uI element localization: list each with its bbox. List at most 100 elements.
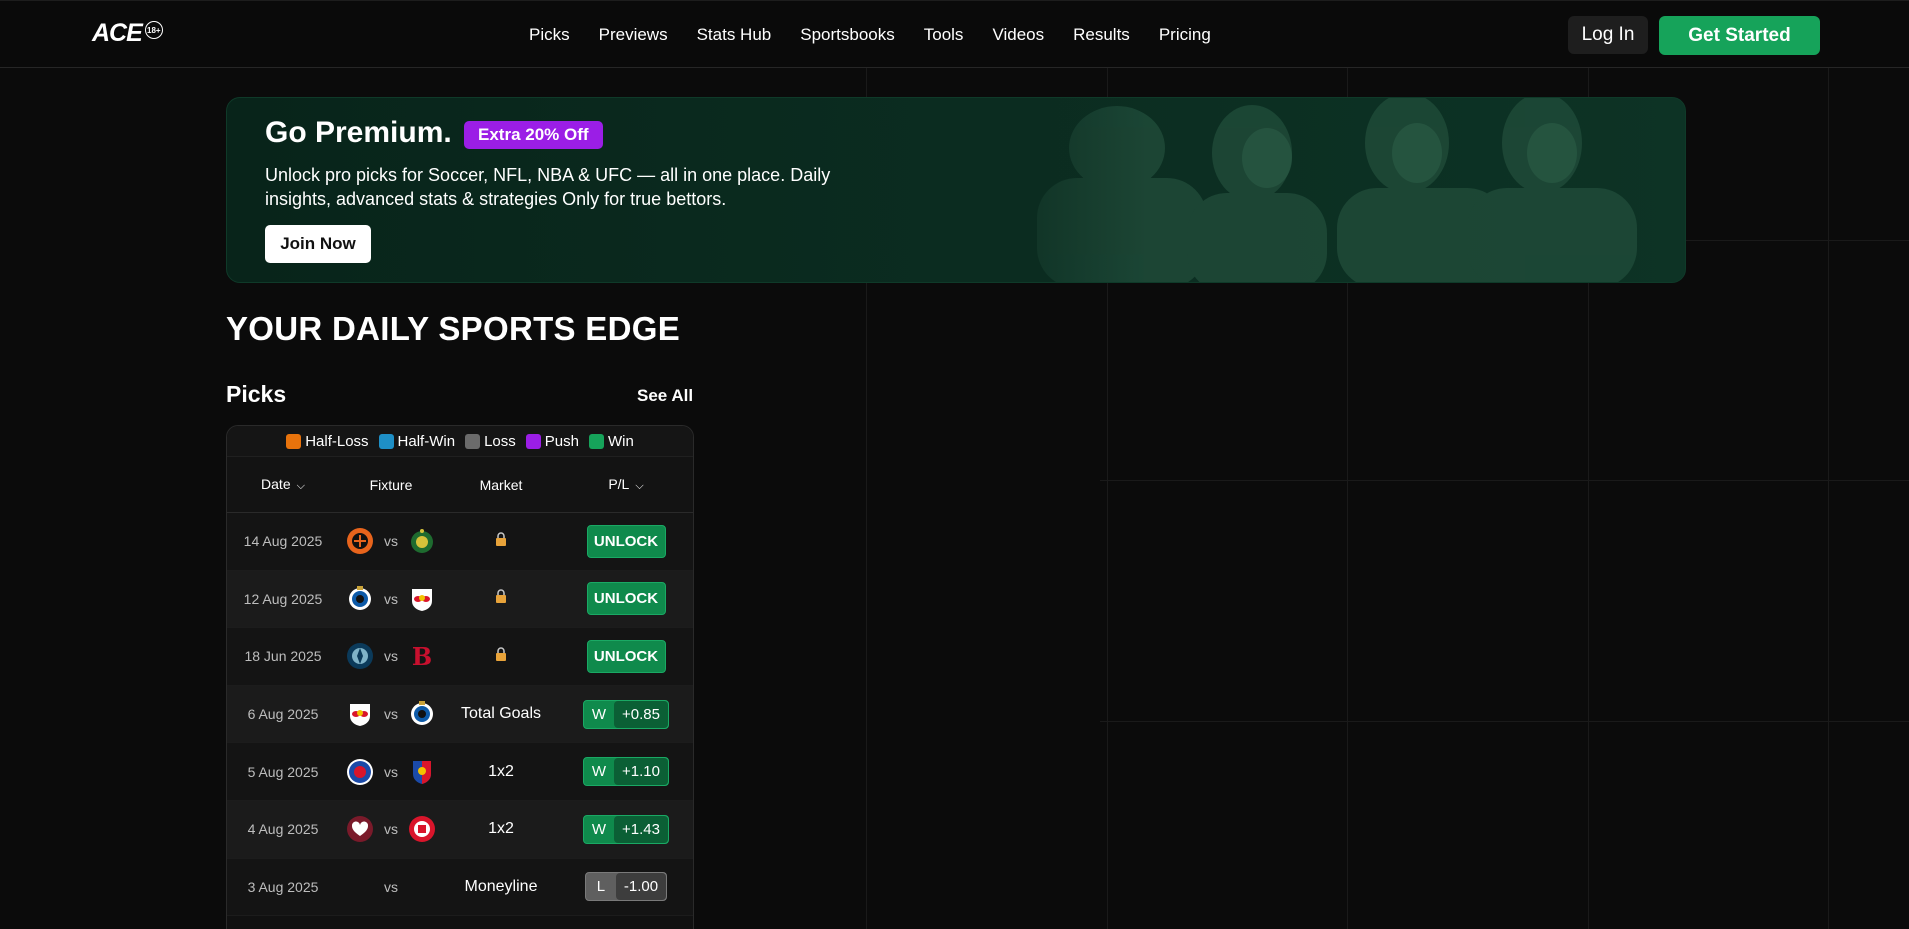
pl-badge: W +1.43	[583, 814, 669, 844]
nav-tools[interactable]: Tools	[924, 25, 964, 45]
row-date: 14 Aug 2025	[243, 533, 323, 550]
home-team-crest-icon	[346, 642, 374, 670]
table-row[interactable]: 14 Aug 2025 vs UNLOCK	[227, 513, 693, 571]
unlock-button[interactable]: UNLOCK	[586, 639, 666, 673]
away-team-crest-icon	[408, 585, 436, 613]
legend-loss: Loss	[465, 433, 516, 450]
ace-logo[interactable]: ACE 18+	[92, 19, 163, 49]
lock-icon	[443, 532, 559, 551]
row-market: 1x2	[488, 762, 514, 780]
row-pl: L -1.00	[559, 872, 693, 902]
section-title: YOUR DAILY SPORTS EDGE	[226, 310, 681, 347]
table-body: 14 Aug 2025 vs UNLOCK 12 Aug 2025 vs UNLOCK 18…	[227, 513, 693, 917]
nav-pricing[interactable]: Pricing	[1159, 25, 1211, 45]
unlock-button[interactable]: UNLOCK	[586, 582, 666, 616]
main-nav: Picks Previews Stats Hub Sportsbooks Too…	[529, 1, 1240, 69]
row-fixture: vs	[339, 873, 443, 901]
banner-description: Unlock pro picks for Soccer, NFL, NBA & …	[265, 165, 831, 209]
home-team-crest-icon	[346, 527, 374, 555]
table-row[interactable]: 5 Aug 2025 vs 1x2 W +1.10	[227, 743, 693, 801]
legend-half-win: Half-Win	[378, 433, 455, 450]
home-team-crest-icon	[346, 700, 374, 728]
result-label: W	[591, 705, 607, 723]
table-row[interactable]: 4 Aug 2025 vs 1x2 W +1.43	[227, 800, 693, 859]
see-all-link[interactable]: See All	[637, 386, 693, 406]
row-market: Moneyline	[464, 877, 538, 895]
premium-banner: Go Premium. Extra 20% Off Unlock pro pic…	[226, 97, 1686, 283]
vs-label: vs	[384, 706, 398, 723]
vs-label: vs	[384, 648, 398, 665]
away-team-crest-icon	[408, 527, 436, 555]
home-team-crest-icon	[346, 815, 374, 843]
row-fixture: vs B	[339, 642, 443, 670]
row-date: 4 Aug 2025	[247, 821, 319, 838]
home-team-crest-icon	[346, 873, 374, 901]
banner-title: Go Premium.	[265, 116, 452, 149]
table-row[interactable]: 3 Aug 2025 vs Moneyline L -1.00	[227, 858, 693, 917]
result-label: L	[596, 878, 606, 896]
nav-videos[interactable]: Videos	[992, 25, 1044, 45]
picks-title: Picks	[226, 381, 287, 407]
away-team-crest-icon: B	[408, 642, 436, 670]
row-date: 18 Jun 2025	[244, 648, 322, 665]
pl-value: +1.43	[614, 815, 668, 843]
age-badge-icon: 18+	[144, 21, 163, 39]
unlock-button[interactable]: UNLOCK	[586, 524, 666, 558]
away-team-crest-icon	[408, 758, 436, 786]
row-date: 3 Aug 2025	[247, 878, 319, 895]
row-pl: UNLOCK	[559, 639, 693, 673]
row-fixture: vs	[339, 585, 443, 613]
svg-text:B: B	[412, 642, 432, 670]
lock-icon	[443, 647, 559, 666]
nav-stats-hub[interactable]: Stats Hub	[697, 25, 772, 45]
top-nav-bar: ACE 18+ Picks Previews Stats Hub Sportsb…	[0, 0, 1909, 68]
login-button[interactable]: Log In	[1568, 16, 1648, 54]
nav-sportsbooks[interactable]: Sportsbooks	[800, 25, 895, 45]
result-legend: Half-Loss Half-Win Loss Push Win	[227, 426, 693, 456]
table-header: Date ⌵ Fixture Market P/L ⌵	[227, 456, 693, 513]
athletes-image	[967, 98, 1685, 282]
row-pl: UNLOCK	[559, 582, 693, 616]
row-date: 6 Aug 2025	[247, 706, 319, 723]
logo-text: ACE	[92, 19, 143, 47]
pl-sort-header[interactable]: P/L ⌵	[559, 476, 693, 493]
table-row[interactable]: 12 Aug 2025 vs UNLOCK	[227, 570, 693, 629]
pl-badge: W +0.85	[583, 699, 669, 729]
nav-results[interactable]: Results	[1073, 25, 1130, 45]
row-fixture: vs	[339, 758, 443, 786]
away-team-crest-icon	[408, 815, 436, 843]
get-started-button[interactable]: Get Started	[1659, 16, 1820, 55]
row-date: 12 Aug 2025	[243, 590, 323, 607]
row-fixture: vs	[339, 527, 443, 555]
result-label: W	[591, 763, 607, 781]
nav-picks[interactable]: Picks	[529, 25, 570, 45]
row-market: Total Goals	[460, 705, 542, 723]
table-row[interactable]: 6 Aug 2025 vs Total Goals W +0.85	[227, 685, 693, 744]
picks-table: Half-Loss Half-Win Loss Push Win Date ⌵ F…	[226, 425, 694, 929]
discount-badge: Extra 20% Off	[464, 121, 603, 149]
pl-value: +0.85	[614, 700, 668, 728]
home-team-crest-icon	[346, 585, 374, 613]
nav-previews[interactable]: Previews	[599, 25, 668, 45]
row-fixture: vs	[339, 700, 443, 728]
legend-push: Push	[525, 433, 579, 450]
away-team-crest-icon	[408, 700, 436, 728]
pl-value: +1.10	[614, 758, 668, 786]
result-label: W	[591, 820, 607, 838]
legend-half-loss: Half-Loss	[286, 433, 369, 450]
row-pl: W +1.43	[559, 814, 693, 844]
table-row[interactable]: 18 Jun 2025 vs B UNLOCK	[227, 628, 693, 686]
vs-label: vs	[384, 763, 398, 780]
row-pl: W +1.10	[559, 757, 693, 787]
join-now-button[interactable]: Join Now	[265, 225, 371, 263]
lock-icon	[443, 589, 559, 608]
market-header: Market	[479, 476, 523, 493]
pl-badge: W +1.10	[583, 757, 669, 787]
vs-label: vs	[384, 533, 398, 550]
away-team-crest-icon	[408, 873, 436, 901]
vs-label: vs	[384, 878, 398, 895]
row-date: 5 Aug 2025	[247, 763, 319, 780]
vs-label: vs	[384, 821, 398, 838]
date-sort-header[interactable]: Date ⌵	[227, 476, 339, 493]
chevron-down-icon: ⌵	[635, 480, 644, 492]
